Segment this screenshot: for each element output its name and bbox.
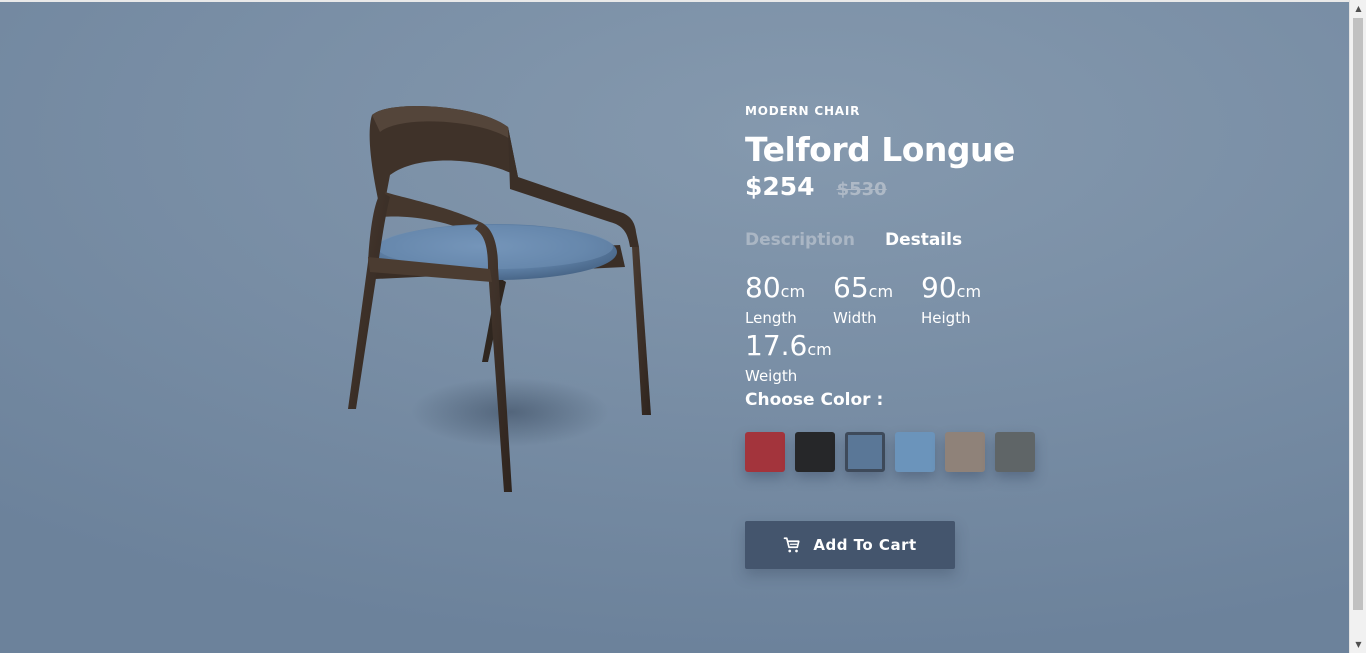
tab-details[interactable]: Destails	[885, 230, 962, 256]
dimension-value: 90	[921, 271, 957, 304]
color-swatch-taupe[interactable]	[945, 432, 985, 472]
color-swatch-grey[interactable]	[995, 432, 1035, 472]
color-swatch-black[interactable]	[795, 432, 835, 472]
dimension-unit: cm	[807, 340, 832, 359]
cart-icon	[783, 536, 801, 554]
product-info: MODERN CHAIR Telford Longue $254 $530 De…	[745, 102, 1065, 569]
scroll-down-arrow[interactable]: ▼	[1350, 636, 1366, 653]
dimension-weight: 17.6cm Weigth	[745, 330, 833, 386]
dimension-length: 80cm Length	[745, 272, 833, 328]
original-price: $530	[836, 179, 887, 200]
color-swatch-denim-blue[interactable]	[845, 432, 885, 472]
dimension-label: Heigth	[921, 309, 971, 327]
dimension-unit: cm	[956, 282, 982, 301]
dimension-value: 65	[833, 271, 869, 304]
dimension-label: Weigth	[745, 367, 798, 385]
dimension-width: 65cm Width	[833, 272, 921, 328]
dimensions-grid: 80cm Length 65cm Width 90cm Heigth 17.6c…	[745, 272, 1065, 386]
tab-description[interactable]: Description	[745, 230, 855, 256]
color-swatch-red[interactable]	[745, 432, 785, 472]
price-row: $254 $530	[745, 172, 1065, 208]
color-swatch-light-blue[interactable]	[895, 432, 935, 472]
current-price: $254	[745, 172, 815, 201]
color-swatches	[745, 432, 1065, 472]
vertical-scrollbar[interactable]: ▲ ▼	[1349, 0, 1366, 653]
add-to-cart-label: Add To Cart	[813, 536, 917, 554]
dimension-label: Width	[833, 309, 877, 327]
product-page: MODERN CHAIR Telford Longue $254 $530 De…	[0, 2, 1349, 653]
scrollbar-thumb[interactable]	[1353, 18, 1363, 610]
info-tabs: Description Destails	[745, 230, 1065, 256]
dimension-value: 80	[745, 271, 781, 304]
add-to-cart-button[interactable]: Add To Cart	[745, 521, 955, 569]
browser-viewport: MODERN CHAIR Telford Longue $254 $530 De…	[0, 0, 1366, 653]
chair-illustration	[348, 105, 651, 492]
dimension-unit: cm	[780, 282, 806, 301]
dimension-unit: cm	[868, 282, 894, 301]
product-image	[330, 97, 670, 507]
product-category: MODERN CHAIR	[745, 104, 861, 118]
dimension-height: 90cm Heigth	[921, 272, 1009, 328]
scroll-up-arrow[interactable]: ▲	[1350, 0, 1366, 17]
dimension-value: 17.6	[745, 329, 808, 362]
product-title: Telford Longue	[745, 130, 1015, 169]
dimension-label: Length	[745, 309, 797, 327]
choose-color-label: Choose Color :	[745, 390, 884, 410]
